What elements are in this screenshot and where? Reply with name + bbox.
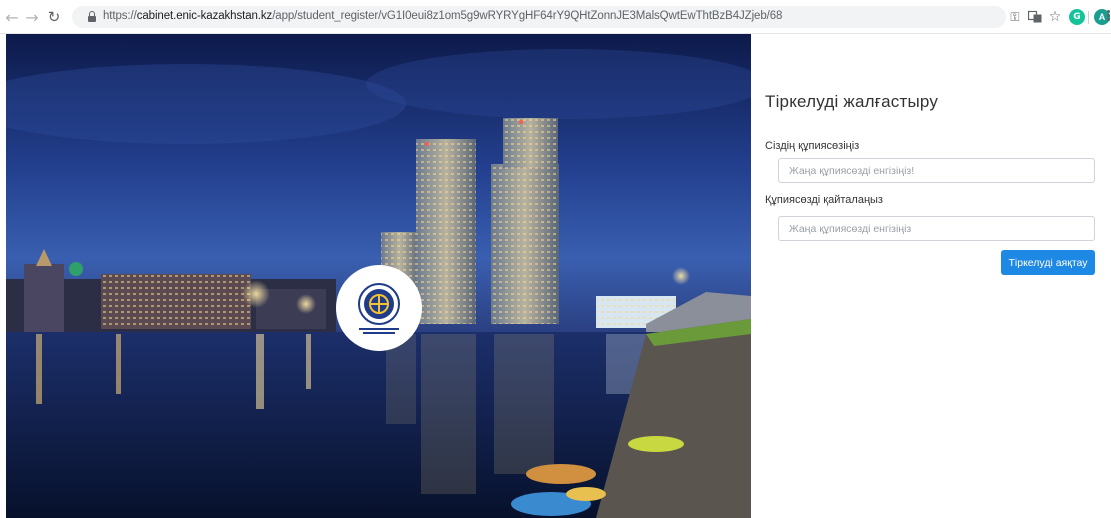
finish-registration-button[interactable]: Тіркелуді аяқтау xyxy=(1001,250,1095,275)
translate-icon[interactable] xyxy=(1026,8,1044,26)
address-bar[interactable]: https://cabinet.enic-kazakhstan.kz/app/s… xyxy=(72,6,1006,28)
toolbar-divider xyxy=(1088,11,1089,24)
key-icon[interactable]: ⚿ xyxy=(1006,8,1024,26)
password-label: Сіздің құпиясөзіңіз xyxy=(765,140,860,152)
menu-dots-icon[interactable] xyxy=(1106,9,1111,25)
url-path: /app/student_register/vG1I0eui8z1om5g9wR… xyxy=(272,10,783,22)
url-host: cabinet.enic-kazakhstan.kz xyxy=(136,10,273,22)
registration-form: Тіркелуді жалғастыру Сіздің құпиясөзіңіз… xyxy=(751,34,1111,518)
grammarly-icon[interactable]: G xyxy=(1069,9,1085,25)
back-arrow-icon[interactable]: ← xyxy=(2,7,22,27)
lock-icon[interactable] xyxy=(88,11,96,22)
enic-logo xyxy=(336,265,422,351)
forward-arrow-icon[interactable]: → xyxy=(22,7,42,27)
url-prefix: https:// xyxy=(103,10,137,22)
repeat-password-input[interactable] xyxy=(778,216,1095,241)
url-text[interactable]: https://cabinet.enic-kazakhstan.kz/app/s… xyxy=(103,10,782,22)
star-icon[interactable]: ☆ xyxy=(1046,8,1064,26)
repeat-password-label: Құпиясөзді қайталаңыз xyxy=(765,194,883,206)
reload-icon[interactable]: ↻ xyxy=(44,7,64,27)
browser-toolbar: ← → ↻ https://cabinet.enic-kazakhstan.kz… xyxy=(0,0,1111,34)
password-input[interactable] xyxy=(778,158,1095,183)
form-title: Тіркелуді жалғастыру xyxy=(765,92,939,111)
city-night-photo xyxy=(6,34,751,518)
